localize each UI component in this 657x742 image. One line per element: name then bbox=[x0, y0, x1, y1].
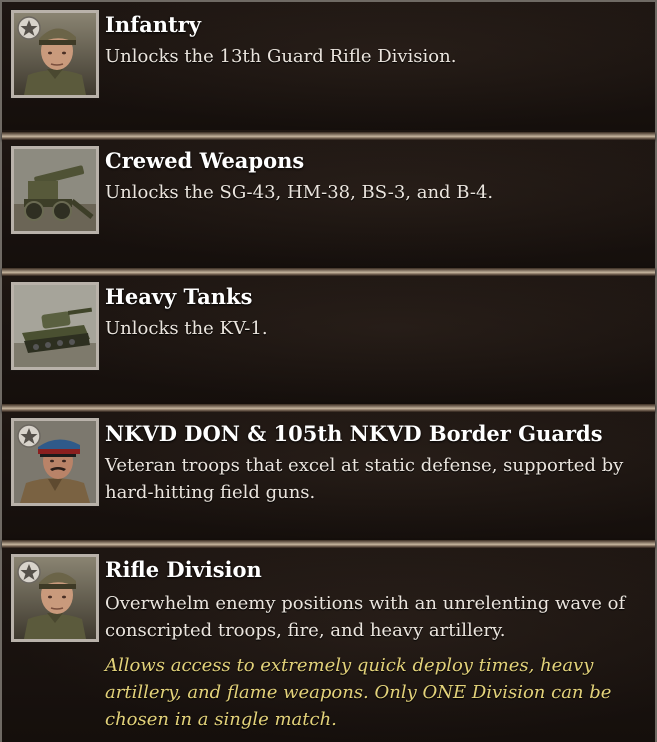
soldier-portrait-icon bbox=[11, 10, 99, 98]
list-item-crewed-weapons: Crewed Weapons Unlocks the SG-43, HM-38,… bbox=[2, 140, 655, 268]
nkvd-officer-portrait-icon bbox=[11, 418, 99, 506]
entry-title: Crewed Weapons bbox=[105, 148, 305, 173]
row-divider bbox=[2, 404, 655, 412]
list-item-nkvd: NKVD DON & 105th NKVD Border Guards Vete… bbox=[2, 412, 655, 540]
row-divider bbox=[2, 132, 655, 140]
entry-description: Unlocks the 13th Guard Rifle Division. bbox=[105, 46, 457, 67]
list-item-rifle-division: Rifle Division Overwhelm enemy positions… bbox=[2, 548, 655, 742]
heavy-tank-icon bbox=[11, 282, 99, 370]
artillery-gun-icon bbox=[11, 146, 99, 234]
list-item-heavy-tanks: Heavy Tanks Unlocks the KV-1. bbox=[2, 276, 655, 404]
entry-description: Overwhelm enemy positions with an unrele… bbox=[105, 593, 626, 641]
row-divider bbox=[2, 540, 655, 548]
entry-title: Infantry bbox=[105, 12, 201, 37]
unlock-list-panel: Infantry Unlocks the 13th Guard Rifle Di… bbox=[0, 0, 657, 742]
entry-note: Allows access to extremely quick deploy … bbox=[105, 655, 612, 730]
entry-title: NKVD DON & 105th NKVD Border Guards bbox=[105, 421, 603, 446]
entry-title: Heavy Tanks bbox=[105, 284, 253, 309]
entry-title: Rifle Division bbox=[105, 557, 262, 582]
entry-description: Unlocks the KV-1. bbox=[105, 318, 268, 339]
list-item-infantry: Infantry Unlocks the 13th Guard Rifle Di… bbox=[2, 2, 655, 130]
entry-description: Veteran troops that excel at static defe… bbox=[105, 455, 624, 503]
soldier-portrait-icon bbox=[11, 554, 99, 642]
entry-description: Unlocks the SG-43, HM-38, BS-3, and B-4. bbox=[105, 182, 494, 203]
row-divider bbox=[2, 268, 655, 276]
